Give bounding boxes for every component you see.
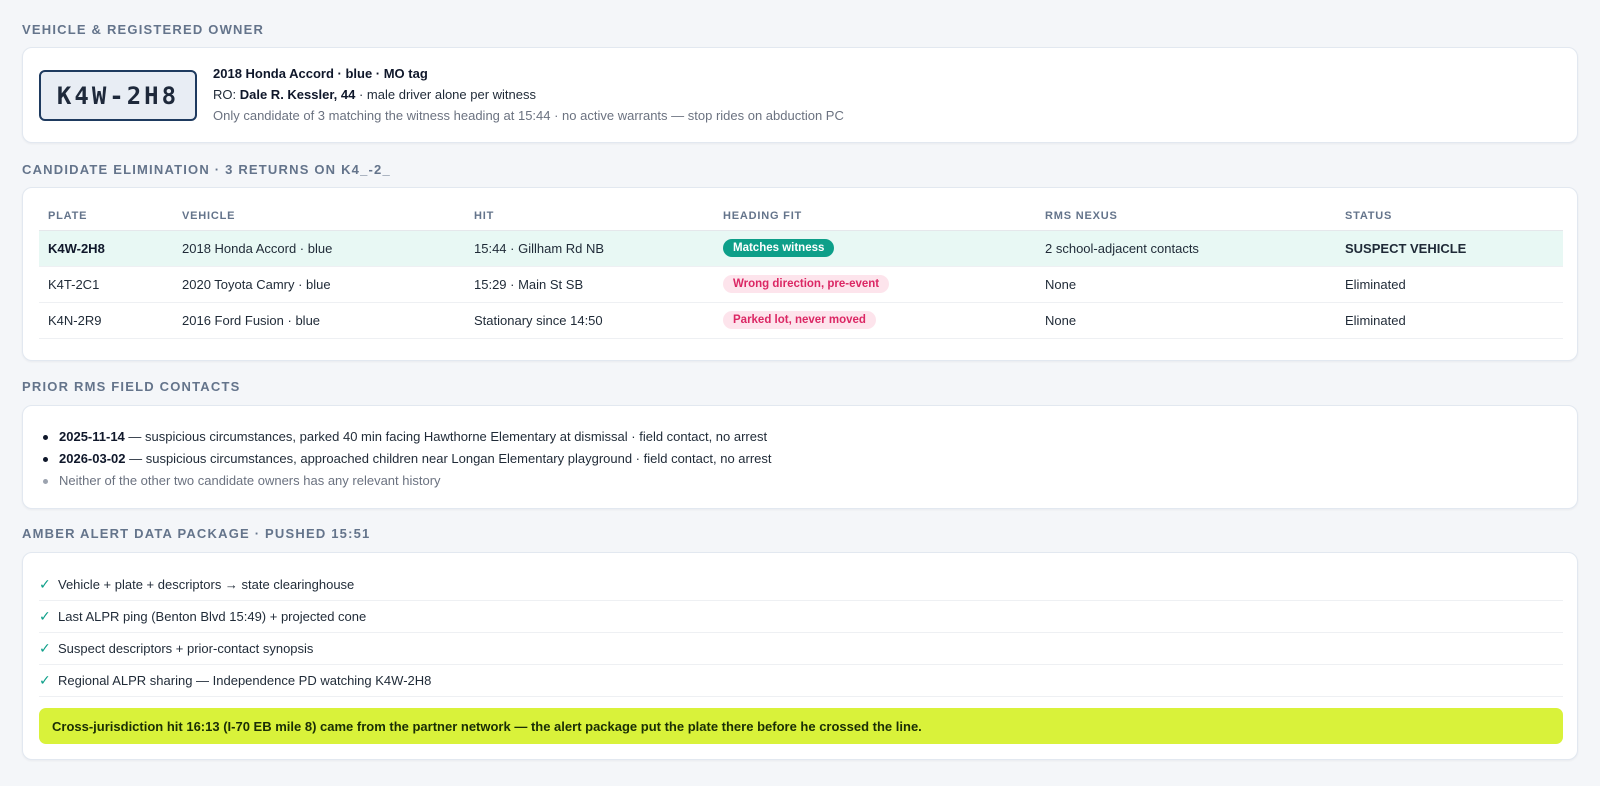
section-title-candidates: CANDIDATE ELIMINATION · 3 RETURNS ON K4_…	[22, 162, 391, 177]
table-row[interactable]: K4T-2C1 2020 Toyota Camry · blue 15:29 ·…	[39, 266, 1563, 303]
cell-hit: 15:44 · Gillham Rd NB	[465, 230, 714, 267]
section-title-contacts: PRIOR RMS FIELD CONTACTS	[22, 379, 241, 394]
cell-vehicle: 2018 Honda Accord · blue	[173, 230, 465, 267]
amber-card: ✓ Vehicle + plate + descriptors → state …	[22, 552, 1578, 760]
vehicle-note: Only candidate of 3 matching the witness…	[213, 108, 844, 123]
table-header-row: PLATE VEHICLE HIT HEADING FIT RMS NEXUS …	[39, 202, 1563, 231]
cell-vehicle: 2020 Toyota Camry · blue	[173, 266, 465, 303]
registered-owner: RO: Dale R. Kessler, 44 · male driver al…	[213, 87, 536, 102]
checklist-item: ✓ Vehicle + plate + descriptors → state …	[39, 569, 1563, 601]
heading-fit-badge: Wrong direction, pre-event	[723, 275, 890, 293]
col-header-status: STATUS	[1336, 202, 1563, 231]
cell-vehicle: 2016 Ford Fusion · blue	[173, 302, 465, 339]
list-item-note: Neither of the other two candidate owner…	[43, 470, 772, 492]
list-item: 2025-11-14 — suspicious circumstances, p…	[43, 426, 772, 448]
heading-fit-badge: Matches witness	[723, 239, 835, 257]
cell-rms-nexus: None	[1036, 302, 1336, 339]
cell-hit: 15:29 · Main St SB	[465, 266, 714, 303]
checklist-item: ✓ Suspect descriptors + prior-contact sy…	[39, 633, 1563, 665]
col-header-heading-fit: HEADING FIT	[714, 202, 1036, 231]
license-plate: K4W-2H8	[39, 70, 197, 121]
section-title-vehicle: VEHICLE & REGISTERED OWNER	[22, 22, 265, 37]
ro-suffix: · male driver alone per witness	[355, 87, 537, 102]
table-row[interactable]: K4N-2R9 2016 Ford Fusion · blue Stationa…	[39, 302, 1563, 339]
ro-prefix: RO:	[213, 87, 240, 102]
checklist-label: Regional ALPR sharing — Independence PD …	[58, 673, 432, 688]
heading-fit-badge: Parked lot, never moved	[723, 311, 876, 329]
section-title-amber: AMBER ALERT DATA PACKAGE · PUSHED 15:51	[22, 526, 371, 541]
checkmark-icon: ✓	[39, 576, 51, 592]
cell-plate: K4W-2H8	[39, 230, 173, 267]
contact-text: — suspicious circumstances, parked 40 mi…	[124, 429, 768, 444]
checkmark-icon: ✓	[39, 608, 51, 624]
cell-status: Eliminated	[1336, 302, 1563, 339]
checklist-label: Vehicle + plate + descriptors → state cl…	[58, 577, 355, 592]
cell-rms-nexus: None	[1036, 266, 1336, 303]
contacts-card: 2025-11-14 — suspicious circumstances, p…	[22, 405, 1578, 509]
cell-status: SUSPECT VEHICLE	[1336, 230, 1563, 267]
table-row[interactable]: K4W-2H8 2018 Honda Accord · blue 15:44 ·…	[39, 230, 1563, 267]
checklist: ✓ Vehicle + plate + descriptors → state …	[39, 569, 1563, 697]
col-header-rms-nexus: RMS NEXUS	[1036, 202, 1336, 231]
vehicle-title: 2018 Honda Accord · blue · MO tag	[213, 66, 428, 81]
cell-plate: K4N-2R9	[39, 302, 173, 339]
cell-status: Eliminated	[1336, 266, 1563, 303]
candidates-card: PLATE VEHICLE HIT HEADING FIT RMS NEXUS …	[22, 187, 1578, 361]
col-header-hit: HIT	[465, 202, 714, 231]
checklist-label: Suspect descriptors + prior-contact syno…	[58, 641, 314, 656]
checkmark-icon: ✓	[39, 640, 51, 656]
cell-hit: Stationary since 14:50	[465, 302, 714, 339]
contact-date: 2026-03-02	[59, 451, 126, 466]
cell-plate: K4T-2C1	[39, 266, 173, 303]
cell-heading-fit: Wrong direction, pre-event	[714, 266, 1036, 303]
contacts-list: 2025-11-14 — suspicious circumstances, p…	[43, 426, 772, 492]
contact-date: 2025-11-14	[59, 429, 125, 444]
cell-heading-fit: Matches witness	[714, 230, 1036, 267]
alert-banner: Cross-jurisdiction hit 16:13 (I-70 EB mi…	[39, 708, 1563, 744]
checklist-item: ✓ Regional ALPR sharing — Independence P…	[39, 665, 1563, 697]
candidates-table: PLATE VEHICLE HIT HEADING FIT RMS NEXUS …	[39, 202, 1563, 339]
checklist-item: ✓ Last ALPR ping (Benton Blvd 15:49) + p…	[39, 601, 1563, 633]
col-header-vehicle: VEHICLE	[173, 202, 465, 231]
checkmark-icon: ✓	[39, 672, 51, 688]
cell-rms-nexus: 2 school-adjacent contacts	[1036, 230, 1336, 267]
cell-heading-fit: Parked lot, never moved	[714, 302, 1036, 339]
vehicle-card: K4W-2H8 2018 Honda Accord · blue · MO ta…	[22, 47, 1578, 143]
ro-name: Dale R. Kessler, 44	[239, 87, 356, 102]
col-header-plate: PLATE	[39, 202, 173, 231]
checklist-label: Last ALPR ping (Benton Blvd 15:49) + pro…	[58, 609, 367, 624]
contact-text: — suspicious circumstances, approached c…	[125, 451, 772, 466]
list-item: 2026-03-02 — suspicious circumstances, a…	[43, 448, 772, 470]
